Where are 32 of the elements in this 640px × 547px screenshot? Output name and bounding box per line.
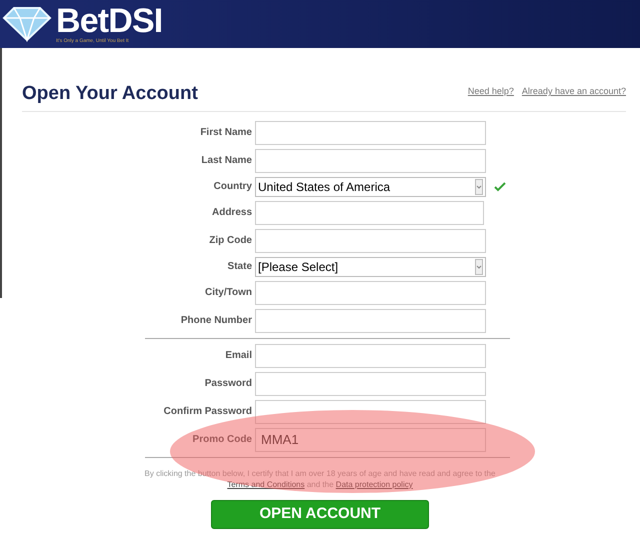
field-label: Email bbox=[224, 349, 253, 363]
input-field[interactable] bbox=[255, 120, 486, 144]
field-label: Confirm Password bbox=[162, 405, 253, 419]
open-account-button[interactable]: OPEN ACCOUNT bbox=[211, 500, 429, 528]
input-field[interactable] bbox=[255, 344, 486, 368]
policy-link[interactable]: Data protection policy bbox=[336, 480, 413, 488]
input-field[interactable]: MMA1 bbox=[255, 428, 486, 452]
input-field[interactable] bbox=[255, 400, 486, 424]
field-label: Password bbox=[204, 377, 253, 391]
field-label: Zip Code bbox=[208, 234, 253, 248]
field-label: Phone Number bbox=[180, 314, 253, 328]
input-field[interactable] bbox=[255, 308, 486, 332]
header-link[interactable]: Already have an account? bbox=[522, 85, 626, 98]
header-link[interactable]: Need help? bbox=[468, 85, 514, 98]
select-field[interactable]: United States of America bbox=[255, 176, 486, 196]
field-label: Promo Code bbox=[192, 433, 253, 447]
field-label: Last Name bbox=[200, 154, 253, 168]
page-title: Open Your Account bbox=[22, 82, 198, 106]
select-field[interactable]: [Please Select] bbox=[255, 256, 486, 276]
input-field[interactable] bbox=[255, 280, 486, 304]
diamond-icon bbox=[2, 6, 52, 42]
policy-link[interactable]: Terms and Conditions bbox=[227, 480, 305, 488]
field-label: State bbox=[226, 260, 253, 274]
input-field[interactable] bbox=[255, 148, 486, 172]
address-textarea[interactable] bbox=[255, 200, 484, 224]
field-label: First Name bbox=[199, 126, 253, 140]
input-field[interactable] bbox=[255, 228, 486, 252]
field-label: City/Town bbox=[204, 286, 253, 300]
field-label: Country bbox=[212, 180, 253, 194]
field-label: Address bbox=[210, 206, 253, 220]
brand-logo: BetDSI bbox=[56, 4, 162, 38]
input-field[interactable] bbox=[255, 372, 486, 396]
